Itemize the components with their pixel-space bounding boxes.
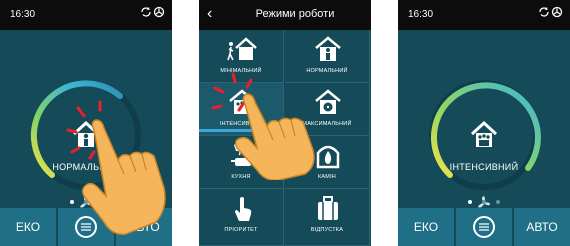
house-fan-icon bbox=[315, 89, 341, 114]
suitcase-icon bbox=[318, 196, 338, 220]
touch-icon bbox=[235, 197, 252, 221]
page-indicator bbox=[398, 200, 570, 204]
house-person-icon bbox=[72, 120, 100, 147]
status-bar: 16:30 bbox=[398, 0, 570, 30]
house-walk-icon bbox=[227, 37, 257, 61]
bottom-bar: ЕКО АВТО bbox=[398, 208, 570, 246]
mode-tile-normal[interactable]: НОРМАЛЬНИЙ bbox=[285, 30, 370, 83]
main-screen-intensive: 16:30 ІНТЕНСИВНИЙ ЕКО АВТО bbox=[398, 0, 570, 246]
eco-button[interactable]: ЕКО bbox=[398, 208, 454, 246]
mode-label: ІНТЕНСИВНИЙ bbox=[219, 121, 263, 127]
sync-icon bbox=[141, 6, 165, 18]
mode-label: ВІДПУСТКА bbox=[310, 227, 344, 233]
menu-button[interactable] bbox=[58, 208, 114, 246]
page-dot bbox=[482, 200, 486, 204]
back-chevron-icon[interactable]: ‹ bbox=[207, 5, 212, 23]
mode-label: НОРМАЛЬНИЙ bbox=[306, 68, 348, 74]
clock: 16:30 bbox=[10, 9, 36, 20]
mode-label: НОРМАЛЬНИЙ bbox=[52, 162, 120, 172]
kitchen-icon bbox=[231, 143, 255, 166]
fireplace-icon bbox=[316, 145, 340, 169]
status-bar: 16:30 bbox=[0, 0, 172, 30]
page-dot bbox=[468, 200, 472, 204]
page-title: Режими роботи bbox=[255, 8, 335, 20]
bottom-bar: ЕКО АВТО bbox=[0, 208, 172, 246]
mode-tile-minimal[interactable]: МІНІМАЛЬНИЙ bbox=[199, 30, 284, 83]
modes-menu-screen: ‹ Режими роботи МІНІМАЛЬНИЙ НОРМАЛЬНИЙ І… bbox=[199, 0, 371, 246]
header-bar: ‹ Режими роботи bbox=[199, 0, 371, 30]
menu-button[interactable] bbox=[456, 208, 512, 246]
clock: 16:30 bbox=[408, 9, 434, 20]
menu-icon bbox=[75, 216, 97, 238]
mode-label: МІНІМАЛЬНИЙ bbox=[220, 68, 262, 74]
eco-button[interactable]: ЕКО bbox=[0, 208, 56, 246]
modes-grid: МІНІМАЛЬНИЙ НОРМАЛЬНИЙ ІНТЕНСИВНИЙ МАКСИ… bbox=[199, 30, 371, 246]
mode-tile-priority[interactable]: ПРІОРИТЕТ bbox=[199, 189, 284, 246]
house-group-icon bbox=[229, 89, 255, 114]
mode-tile-vacation[interactable]: ВІДПУСТКА bbox=[285, 189, 370, 246]
mode-label: ІНТЕНСИВНИЙ bbox=[449, 162, 519, 172]
page-dot bbox=[98, 200, 102, 204]
page-dot bbox=[84, 200, 88, 204]
house-person-icon bbox=[315, 36, 341, 61]
sync-icon bbox=[539, 6, 563, 18]
selection-indicator bbox=[199, 129, 285, 132]
page-indicator bbox=[0, 200, 172, 204]
mode-tile-maximum[interactable]: МАКСИМАЛЬНИЙ bbox=[285, 83, 370, 136]
page-dot bbox=[496, 200, 500, 204]
mode-label: ПРІОРИТЕТ bbox=[224, 227, 258, 233]
auto-button[interactable]: АВТО bbox=[116, 208, 172, 246]
mode-label: МАКСИМАЛЬНИЙ bbox=[302, 121, 352, 127]
mode-tile-kitchen[interactable]: КУХНЯ bbox=[199, 136, 284, 189]
menu-icon bbox=[473, 216, 495, 238]
house-group-icon bbox=[470, 120, 498, 147]
mode-tile-fireplace[interactable]: КАМІН bbox=[285, 136, 370, 189]
auto-button[interactable]: АВТО bbox=[514, 208, 570, 246]
mode-label: КАМІН bbox=[318, 174, 336, 180]
mode-label: КУХНЯ bbox=[231, 174, 251, 180]
main-screen-normal: 16:30 НОРМАЛЬНИЙ ЕКО АВТО bbox=[0, 0, 172, 246]
page-dot bbox=[70, 200, 74, 204]
